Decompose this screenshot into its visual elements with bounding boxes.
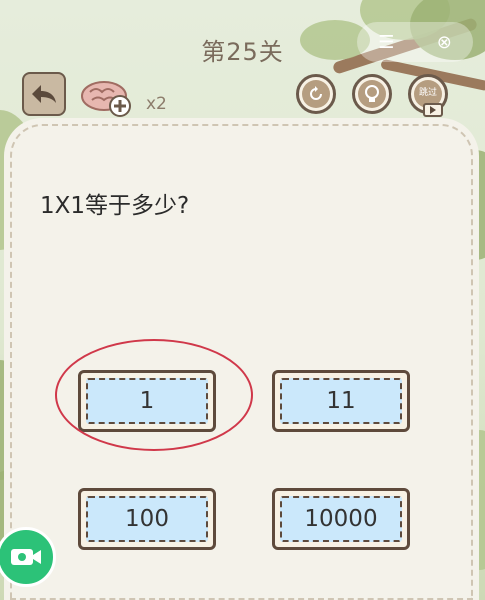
option-label: 10000: [280, 496, 402, 542]
back-arrow-icon: [32, 85, 56, 103]
hint-button[interactable]: [352, 74, 392, 114]
skip-label: 跳过: [418, 88, 437, 98]
question-text: 1X1等于多少?: [40, 193, 190, 219]
option-button-11[interactable]: 11: [272, 370, 410, 432]
brain-count: x2: [146, 94, 167, 114]
refresh-icon: [310, 86, 322, 100]
level-title: 第25关: [201, 38, 284, 66]
selection-highlight: [55, 339, 253, 451]
lightbulb-icon: [365, 85, 379, 102]
option-label: 100: [86, 496, 208, 542]
brain-booster-button[interactable]: [80, 78, 136, 122]
video-camera-icon: [11, 549, 41, 565]
brain-plus-icon: [81, 81, 131, 117]
skip-button[interactable]: 跳过: [408, 74, 448, 117]
option-button-10000[interactable]: 10000: [272, 488, 410, 550]
refresh-button[interactable]: [296, 74, 336, 114]
option-label: 11: [280, 378, 402, 424]
option-button-100[interactable]: 100: [78, 488, 216, 550]
play-icon: [423, 103, 443, 117]
back-button[interactable]: [22, 72, 66, 116]
